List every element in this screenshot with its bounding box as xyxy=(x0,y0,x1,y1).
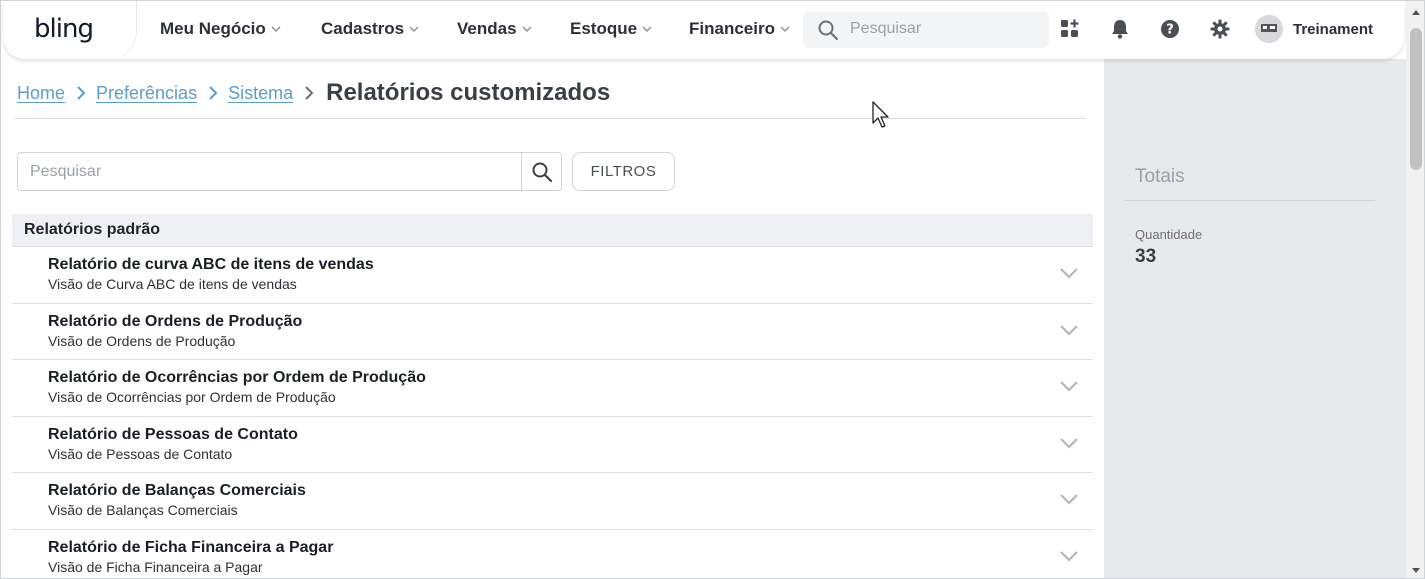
mouse-cursor-icon xyxy=(872,101,889,128)
chevron-down-icon[interactable] xyxy=(1059,323,1079,337)
list-item[interactable]: Relatório de Ordens de Produção Visão de… xyxy=(12,304,1093,360)
page-scrollbar[interactable] xyxy=(1406,1,1424,578)
chevron-down-icon xyxy=(271,26,281,32)
app-window: bling Meu Negócio Cadastros Vendas Estoq… xyxy=(0,0,1425,579)
avatar-image-icon xyxy=(1255,15,1283,43)
chevron-right-icon xyxy=(305,86,314,100)
list-item[interactable]: Relatório de curva ABC de itens de venda… xyxy=(12,247,1093,304)
report-search[interactable] xyxy=(17,152,562,191)
quantity-value: 33 xyxy=(1135,246,1157,267)
bell-icon[interactable] xyxy=(1109,18,1131,40)
nav-label: Cadastros xyxy=(321,19,405,38)
search-icon xyxy=(818,20,839,41)
report-title: Relatório de Ocorrências por Ordem de Pr… xyxy=(48,369,426,386)
breadcrumb: Home Preferências Sistema Relatórios cus… xyxy=(17,79,610,107)
breadcrumb-sistema[interactable]: Sistema xyxy=(228,83,293,104)
list-item[interactable]: Relatório de Ocorrências por Ordem de Pr… xyxy=(12,360,1093,417)
totals-divider xyxy=(1124,200,1375,201)
breadcrumb-preferencias[interactable]: Preferências xyxy=(96,83,197,104)
nav-vendas[interactable]: Vendas xyxy=(457,19,532,39)
chevron-down-icon[interactable] xyxy=(1059,492,1079,506)
report-subtitle: Visão de Ficha Financeira a Pagar xyxy=(48,558,263,575)
scroll-up-arrow-icon[interactable] xyxy=(1411,8,1421,16)
global-search[interactable] xyxy=(803,11,1049,48)
nav-label: Vendas xyxy=(457,19,517,38)
report-search-button[interactable] xyxy=(521,153,561,190)
top-navbar: bling Meu Negócio Cadastros Vendas Estoq… xyxy=(3,1,1404,59)
quantity-label: Quantidade xyxy=(1135,227,1203,242)
filters-button[interactable]: FILTROS xyxy=(572,152,675,191)
chevron-right-icon xyxy=(77,86,86,100)
chevron-down-icon xyxy=(522,26,532,32)
totals-title: Totais xyxy=(1135,166,1185,187)
chevron-down-icon xyxy=(642,26,652,32)
help-icon[interactable]: ? xyxy=(1159,18,1181,40)
report-subtitle: Visão de Ocorrências por Ordem de Produç… xyxy=(48,389,336,405)
report-subtitle: Visão de Pessoas de Contato xyxy=(48,445,233,462)
chevron-down-icon[interactable] xyxy=(1059,549,1079,563)
bling-logo[interactable]: bling xyxy=(34,14,94,44)
global-search-input[interactable] xyxy=(850,19,1040,39)
report-title: Relatório de Ordens de Produção xyxy=(48,312,303,330)
scrollbar-thumb[interactable] xyxy=(1410,28,1422,170)
nav-label: Estoque xyxy=(570,19,638,38)
report-subtitle: Visão de Ordens de Produção xyxy=(48,332,236,349)
apps-icon[interactable] xyxy=(1059,18,1081,40)
chevron-down-icon xyxy=(780,26,790,32)
breadcrumb-home[interactable]: Home xyxy=(17,83,65,104)
section-header-relatorios-padrao: Relatórios padrão xyxy=(12,214,1093,247)
nav-cadastros[interactable]: Cadastros xyxy=(321,19,419,39)
report-title: Relatório de Balanças Comerciais xyxy=(48,482,306,499)
list-item[interactable]: Relatório de Ficha Financeira a Pagar Vi… xyxy=(12,530,1093,579)
chevron-down-icon[interactable] xyxy=(1059,266,1079,280)
chevron-down-icon[interactable] xyxy=(1059,379,1079,393)
nav-financeiro[interactable]: Financeiro xyxy=(689,19,790,39)
nav-label: Financeiro xyxy=(689,19,775,38)
search-icon xyxy=(532,162,552,182)
avatar[interactable] xyxy=(1255,15,1283,43)
breadcrumb-divider xyxy=(15,118,1086,119)
nav-label: Meu Negócio xyxy=(160,19,266,38)
chevron-down-icon xyxy=(409,26,419,32)
report-list: Relatório de curva ABC de itens de venda… xyxy=(12,247,1093,579)
page-title: Relatórios customizados xyxy=(326,79,611,106)
chevron-right-icon xyxy=(209,86,218,100)
svg-text:?: ? xyxy=(1166,23,1174,38)
report-subtitle: Visão de Balanças Comerciais xyxy=(48,502,238,518)
list-item[interactable]: Relatório de Pessoas de Contato Visão de… xyxy=(12,417,1093,473)
nav-meu-negocio[interactable]: Meu Negócio xyxy=(160,19,281,39)
report-title: Relatório de Pessoas de Contato xyxy=(48,425,298,443)
report-search-input[interactable] xyxy=(30,162,510,182)
report-title: Relatório de Ficha Financeira a Pagar xyxy=(48,538,334,556)
totals-panel: Totais Quantidade 33 xyxy=(1104,59,1406,578)
scroll-down-arrow-icon[interactable] xyxy=(1411,567,1421,575)
chevron-down-icon[interactable] xyxy=(1059,436,1079,450)
report-title: Relatório de curva ABC de itens de venda… xyxy=(48,256,374,273)
user-name[interactable]: Treinament xyxy=(1293,21,1373,38)
report-subtitle: Visão de Curva ABC de itens de vendas xyxy=(48,276,297,292)
gear-icon[interactable] xyxy=(1209,18,1231,40)
list-item[interactable]: Relatório de Balanças Comerciais Visão d… xyxy=(12,473,1093,530)
nav-estoque[interactable]: Estoque xyxy=(570,19,652,39)
main-content: Home Preferências Sistema Relatórios cus… xyxy=(1,59,1104,579)
logo-container[interactable]: bling xyxy=(3,1,137,59)
